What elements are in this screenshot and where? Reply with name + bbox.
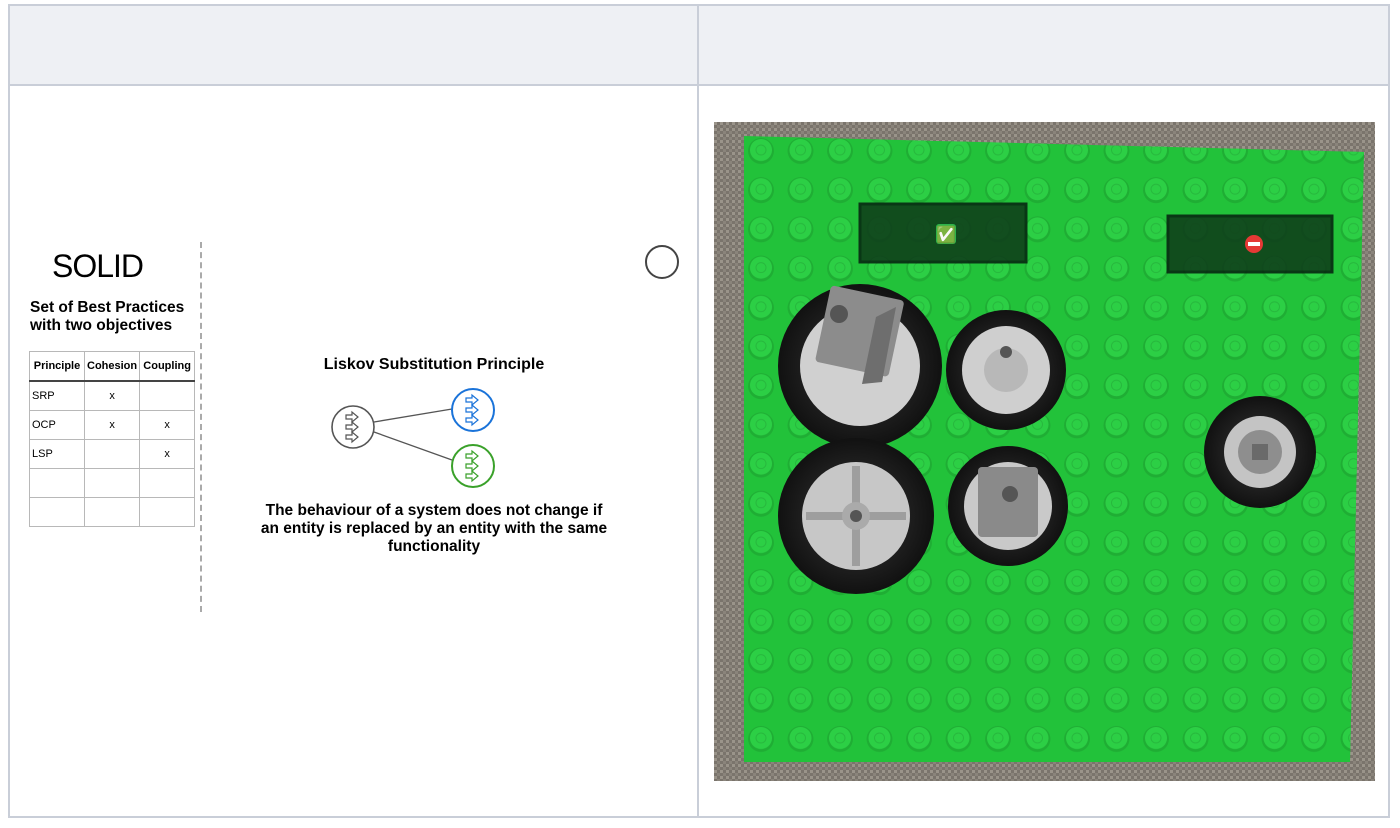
principles-table: Principle Cohesion Coupling SRP x OCP x … [29, 351, 196, 527]
table-cell [139, 497, 196, 527]
table-row: OCP x x [29, 410, 196, 440]
small-wheel-top-right [946, 310, 1066, 430]
table-cell [83, 439, 141, 469]
large-wheel-top-left [778, 284, 942, 448]
dashed-separator [200, 242, 202, 612]
substitute-entity-node-blue [451, 388, 495, 432]
table-row [29, 468, 196, 498]
lsp-title: Liskov Substitution Principle [323, 356, 545, 373]
substitute-entity-node-green [451, 444, 495, 488]
table-header: Principle [29, 351, 85, 382]
table-cell [83, 468, 141, 498]
lsp-description: The behaviour of a system does not chang… [260, 502, 608, 555]
checkmark-icon: ✅ [936, 225, 956, 244]
bad-marker-tile [1166, 214, 1334, 274]
table-cell [29, 497, 85, 527]
table-cell: SRP [29, 380, 85, 411]
table-cell: x [139, 439, 196, 469]
table-row: LSP x [29, 439, 196, 469]
table-cell [83, 497, 141, 527]
large-wheel-bottom-left [778, 438, 934, 594]
table-cell: x [83, 410, 141, 440]
single-wheel-right [1204, 396, 1316, 508]
table-header-row: Principle Cohesion Coupling [29, 351, 196, 382]
column-divider [697, 4, 699, 818]
table-header: Coupling [139, 351, 196, 382]
connector-line [373, 408, 453, 423]
table-cell: LSP [29, 439, 85, 469]
solid-subtitle: Set of Best Practices with two objective… [30, 299, 185, 334]
table-row [29, 497, 196, 527]
lsp-diagram [331, 388, 495, 488]
solid-title: SOLID [52, 248, 144, 284]
table-cell: x [139, 410, 196, 440]
table-cell: x [83, 380, 141, 411]
small-wheel-bottom-right [948, 446, 1068, 566]
connector-line [373, 431, 453, 461]
table-cell [139, 468, 196, 498]
base-entity-node [331, 405, 375, 449]
table-row: SRP x [29, 380, 196, 411]
table-cell: OCP [29, 410, 85, 440]
header-row [8, 4, 1390, 86]
lego-baseplate-photo: ✅ [714, 122, 1375, 781]
good-marker-tile: ✅ [858, 202, 1028, 264]
table-cell [139, 380, 196, 411]
table-cell [29, 468, 85, 498]
circle-toggle-button[interactable] [645, 245, 679, 279]
table-header: Cohesion [83, 351, 141, 382]
